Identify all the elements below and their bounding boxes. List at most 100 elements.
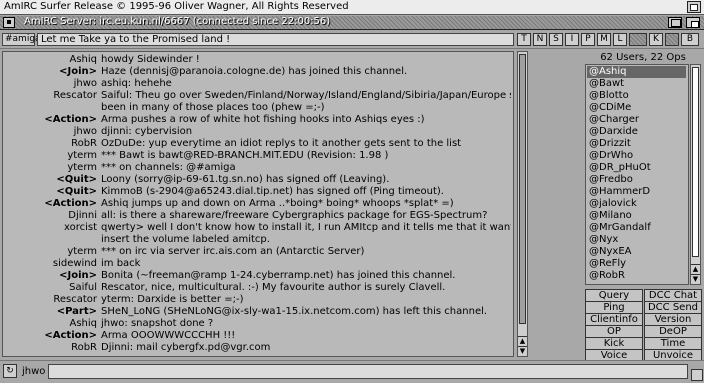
zoom-gadget[interactable] [668, 17, 682, 28]
mode-button[interactable]: N [533, 33, 547, 46]
user-list-item[interactable]: @HammerD [589, 186, 650, 198]
chat-message: jhwo: snapshot done ? [101, 318, 214, 329]
chat-line: Djinni all: is there a shareware/freeware… [3, 210, 513, 222]
chat-nick: xorcist [63, 222, 97, 233]
screen-depth-gadget[interactable] [687, 1, 701, 13]
chat-message: Arma OOOWWWCCCHH !!! [101, 330, 236, 341]
mode-button[interactable]: M [597, 33, 611, 46]
chat-line: been in many of those places too (phew =… [3, 102, 513, 114]
chat-nick: Saiful [69, 282, 97, 293]
chat-line: Ashiq jhwo: snapshot done ? [3, 318, 513, 330]
user-list-item[interactable]: @DrWho [589, 150, 633, 162]
chat-message: insert the volume labeled amitcp. [101, 234, 270, 245]
user-list-item[interactable]: @MrGandalf [589, 222, 651, 234]
chat-nick: jhwo [73, 126, 97, 137]
scroll-down-arrow-icon[interactable]: ▼ [518, 346, 527, 355]
chat-line: jhwo djinni: cybervision [3, 126, 513, 138]
chat-nick: Rescator [53, 90, 97, 101]
resize-gadget[interactable] [691, 369, 703, 381]
user-list-item[interactable]: @Nyx [589, 234, 618, 246]
user-list-item[interactable]: @Fredbo [589, 174, 633, 186]
user-list-item[interactable]: @Blotto [589, 90, 629, 102]
user-scroll-up-arrow-icon[interactable]: ▲ [691, 264, 700, 273]
chat-log[interactable]: Ashiq howdy Sidewinder ! <Join> Haze (denni… [2, 51, 514, 357]
chat-line: RobR OzDuDe: yup everytime an idiot reply… [3, 138, 513, 150]
chat-scrollbar[interactable]: ▲ ▼ [517, 51, 528, 357]
chat-message: OzDuDe: yup everytime an idiot replys to… [101, 138, 462, 149]
mode-button[interactable]: S [549, 33, 563, 46]
chat-message: *** Bawt is bawt@RED-BRANCH.MIT.EDU (Rev… [101, 150, 389, 161]
user-list-item[interactable]: @DR_pHuOt [589, 162, 651, 174]
chat-nick: yterm [67, 246, 97, 257]
mode-button[interactable]: K [649, 33, 663, 46]
chat-message: been in many of those places too (phew =… [101, 102, 325, 113]
chat-line: <Join> Bonita (~freeman@ramp 1-24.cyberra… [3, 270, 513, 282]
mode-button[interactable]: P [581, 33, 595, 46]
chat-message: Arma pushes a row of white hot fishing h… [101, 114, 425, 125]
mode-button[interactable]: I [565, 33, 579, 46]
mode-button[interactable] [629, 33, 647, 46]
user-list-item[interactable]: @Darxide [589, 126, 638, 138]
window-depth-gadget[interactable] [686, 17, 700, 28]
close-gadget[interactable] [3, 17, 15, 28]
cycle-icon[interactable]: ↻ [3, 364, 17, 378]
screen-title-bar[interactable]: AmIRC Surfer Release © 1995-96 Oliver Wa… [0, 0, 704, 15]
mode-button[interactable] [665, 33, 679, 46]
chat-line: <Quit> Loony (sorry@ip-69-61.tg.sn.no) ha… [3, 174, 513, 186]
window-title-bar[interactable]: AmIRC Server: irc.eu.kun.nl/6667 (connec… [0, 16, 704, 30]
user-list-item[interactable]: @CDiMe [589, 102, 631, 114]
message-input[interactable] [48, 364, 688, 379]
user-list-item[interactable]: @NyxEA [589, 246, 631, 258]
chat-nick: <Quit> [56, 186, 97, 197]
chat-line: xorcist qwerty> well I don't know how to … [3, 222, 513, 234]
chat-nick: <Action> [44, 198, 97, 209]
chat-line: sidewind im back [3, 258, 513, 270]
user-list-item[interactable]: @RobR [589, 270, 625, 282]
chat-message: djinni: cybervision [101, 126, 193, 137]
chat-message: Ashiq jumps up and down on Arma ..*boing… [101, 198, 454, 209]
chat-nick: Ashiq [69, 54, 97, 65]
chat-nick: <Part> [56, 306, 97, 317]
channel-name[interactable]: #amiga [2, 33, 41, 46]
chat-message: qwerty> well I don't know how to install… [101, 222, 511, 233]
user-list-item[interactable]: @Milano [589, 210, 632, 222]
chat-line: <Action> Ashiq jumps up and down on Arma … [3, 198, 513, 210]
chat-message: im back [101, 258, 141, 269]
user-list-item[interactable]: @jalovick [589, 198, 637, 210]
user-list-item[interactable]: @Bawt [589, 78, 624, 90]
chat-line: jhwo ashiq: hehehe [3, 78, 513, 90]
chat-line: RobR Djinni: mail cybergfx.pd@vgr.com [3, 342, 513, 354]
chat-scroll-knob[interactable] [519, 54, 526, 324]
chat-nick: RobR [71, 342, 97, 353]
chat-nick: <Join> [59, 270, 97, 281]
mode-button[interactable]: B [681, 33, 699, 46]
user-list-item[interactable]: @Ashiq [587, 66, 686, 78]
chat-nick: RobR [71, 138, 97, 149]
chat-line: <Quit> KimmoB (s-2904@a65243.dial.tip.net… [3, 186, 513, 198]
chat-line: <Action> Arma OOOWWWCCCHH !!! [3, 330, 513, 342]
chat-line: Saiful Rescator, nice, multicultural. :-)… [3, 282, 513, 294]
mode-button[interactable]: T [517, 33, 531, 46]
chat-message: Haze (dennisj@paranoia.cologne.de) has j… [101, 66, 408, 77]
user-list[interactable]: @Ashiq @Bawt @Blotto @CDiMe @Charger @Darxide… [585, 64, 689, 285]
scroll-up-arrow-icon[interactable]: ▲ [518, 336, 527, 345]
chat-nick: sidewind [52, 258, 97, 269]
topic-field[interactable]: Let me Take ya to the Promised land ! [37, 33, 514, 46]
user-list-item[interactable]: @ReFly [589, 258, 626, 270]
user-scroll-down-arrow-icon[interactable]: ▼ [691, 274, 700, 283]
chat-message: KimmoB (s-2904@a65243.dial.tip.net) has … [101, 186, 444, 197]
user-list-item[interactable]: @Charger [589, 114, 639, 126]
user-count: 62 Users, 22 Ops [600, 52, 686, 63]
chat-message: Saiful: Theu go over Sweden/Finland/Norw… [101, 90, 511, 101]
user-list-scrollbar[interactable]: ▲ ▼ [690, 64, 701, 285]
chat-nick: Rescator [53, 294, 97, 305]
chat-line: <Join> Haze (dennisj@paranoia.cologne.de)… [3, 66, 513, 78]
chat-nick: yterm [67, 162, 97, 173]
chat-line: yterm *** Bawt is bawt@RED-BRANCH.MIT.EDU… [3, 150, 513, 162]
user-scroll-knob[interactable] [692, 67, 699, 257]
mode-button[interactable]: L [613, 33, 627, 46]
channel-bar: #amiga Let me Take ya to the Promised la… [0, 31, 704, 49]
chat-line: Ashiq howdy Sidewinder ! [3, 54, 513, 66]
user-list-item[interactable]: @Drizzit [589, 138, 631, 150]
chat-nick: <Quit> [56, 174, 97, 185]
